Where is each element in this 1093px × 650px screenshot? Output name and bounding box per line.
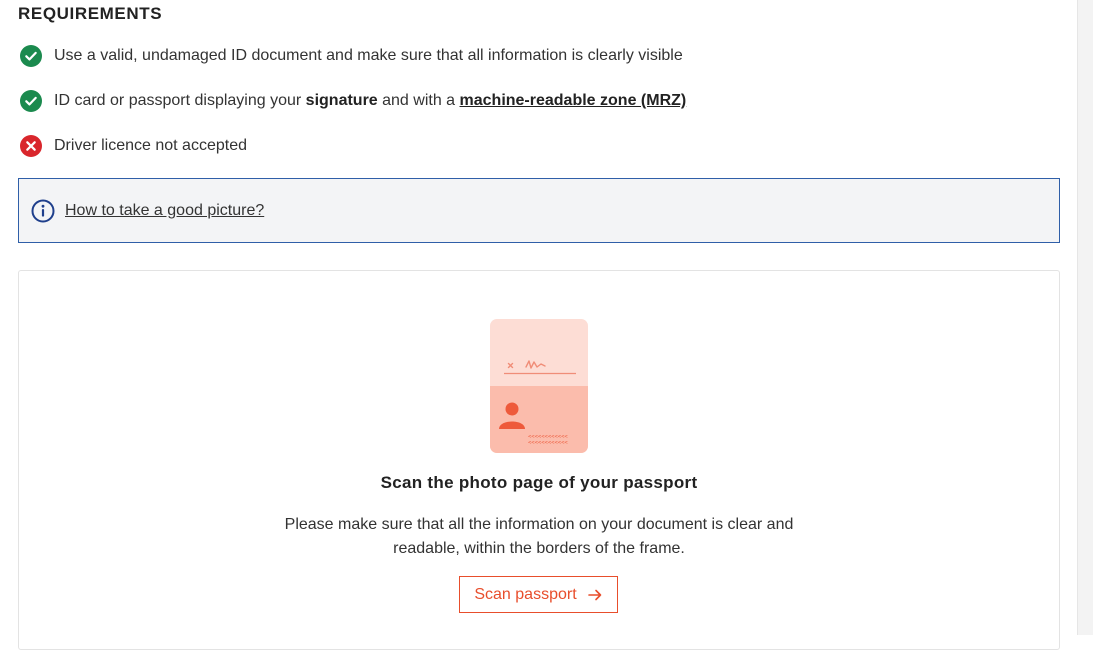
check-circle-icon	[20, 90, 42, 112]
arrow-right-icon	[587, 589, 601, 600]
requirement-text: Driver licence not accepted	[54, 137, 247, 154]
requirements-heading: REQUIREMENTS	[18, 4, 163, 23]
requirement-valid-id: Use a valid, undamaged ID document and m…	[20, 45, 683, 67]
passport-illustration-icon: <<<<<<<<<<<< <<<<<<<<<<<<	[490, 319, 588, 453]
requirement-text: Use a valid, undamaged ID document and m…	[54, 47, 683, 64]
scan-title: Scan the photo page of your passport	[380, 473, 698, 492]
requirement-text-middle: and with a	[377, 92, 460, 109]
requirement-signature-mrz: ID card or passport displaying your sign…	[20, 90, 686, 112]
scan-description: Please make sure that all the informatio…	[284, 516, 794, 557]
info-banner: How to take a good picture?	[18, 178, 1060, 243]
requirements-page: REQUIREMENTS Use a valid, undamaged ID d…	[0, 0, 1077, 650]
info-icon	[31, 199, 55, 222]
check-circle-icon	[20, 45, 42, 67]
requirement-driver-licence: Driver licence not accepted	[20, 135, 247, 157]
requirement-text: ID card or passport displaying your sign…	[54, 92, 686, 110]
scan-passport-button[interactable]: Scan passport	[459, 576, 618, 613]
signature-emphasis: signature	[305, 92, 378, 109]
scan-button-label: Scan passport	[474, 585, 577, 603]
good-picture-link[interactable]: How to take a good picture?	[65, 202, 264, 220]
svg-text:<<<<<<<<<<<<: <<<<<<<<<<<<	[528, 440, 568, 446]
requirement-text-before: ID card or passport displaying your	[54, 92, 306, 109]
x-circle-icon	[20, 135, 42, 157]
vertical-scrollbar[interactable]	[1077, 0, 1093, 635]
scan-passport-card: <<<<<<<<<<<< <<<<<<<<<<<< Scan the photo…	[18, 270, 1060, 650]
mrz-link[interactable]: machine-readable zone (MRZ)	[460, 92, 687, 109]
